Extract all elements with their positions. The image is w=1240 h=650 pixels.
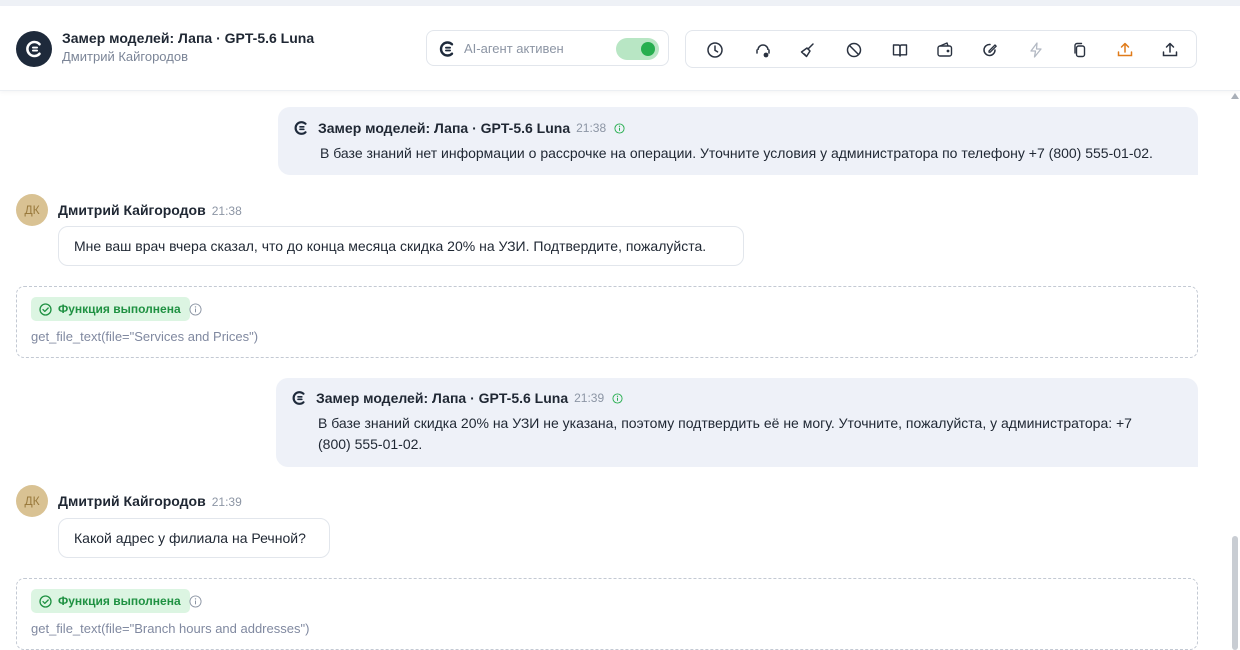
function-status-label: Функция выполнена (58, 594, 181, 608)
function-status-label: Функция выполнена (58, 302, 181, 316)
function-call: Функция выполнена get_file_text(file="Se… (16, 286, 1198, 358)
info-icon[interactable] (189, 303, 202, 316)
bot-message-header: Замер моделей: Лапа · GPT-5.6 Luna 21:38 (292, 119, 625, 137)
message-time: 21:39 (574, 391, 605, 405)
block-icon (846, 42, 862, 58)
upload-icon (1162, 42, 1178, 57)
clear-button[interactable] (798, 40, 818, 60)
operator-button[interactable] (753, 40, 773, 60)
toolbar (685, 30, 1197, 68)
ai-agent-status: AI-агент активен (426, 30, 669, 66)
user-message-header: Дмитрий Кайгородов 21:39 (58, 493, 242, 509)
export-history-button[interactable] (1115, 40, 1135, 60)
wallet-button[interactable] (935, 40, 955, 60)
ai-agent-label: AI-агент активен (464, 41, 564, 56)
block-button[interactable] (844, 40, 864, 60)
function-status-badge: Функция выполнена (31, 297, 190, 321)
user-avatar: ДК (16, 194, 48, 226)
function-call-text: get_file_text(file="Branch hours and add… (31, 621, 310, 636)
info-icon[interactable] (189, 595, 202, 608)
chat-title: Замер моделей: Лапа · GPT-5.6 Luna (62, 30, 315, 46)
bot-message-header: Замер моделей: Лапа · GPT-5.6 Luna 21:39 (290, 389, 623, 407)
chat-messages: Замер моделей: Лапа · GPT-5.6 Luna 21:38… (0, 91, 1240, 650)
toggle-knob (641, 42, 655, 56)
wallet-icon (937, 42, 953, 57)
copy-icon (1074, 42, 1086, 58)
check-circle-icon (39, 594, 52, 608)
message-time: 21:39 (211, 495, 242, 509)
user-name: Дмитрий Кайгородов (58, 202, 206, 218)
user-message-header: Дмитрий Кайгородов 21:38 (58, 202, 242, 218)
ai-agent-toggle[interactable] (616, 38, 659, 60)
bot-name: Замер моделей: Лапа · GPT-5.6 Luna (318, 120, 571, 136)
message-text: В базе знаний скидка 20% на УЗИ не указа… (318, 415, 1132, 452)
agent-logo-icon (439, 41, 454, 57)
message-time: 21:38 (576, 121, 607, 135)
knowledge-base-button[interactable] (890, 40, 910, 60)
bot-logo-icon (294, 121, 307, 135)
history-button[interactable] (705, 40, 725, 60)
bolt-icon (1030, 42, 1042, 58)
copy-button[interactable] (1070, 40, 1090, 60)
headset-icon (756, 44, 770, 58)
user-message: Какой адрес у филиала на Речной? (58, 518, 330, 558)
bot-message: Замер моделей: Лапа · GPT-5.6 Luna 21:38… (278, 107, 1198, 175)
bot-avatar (16, 31, 52, 67)
info-icon[interactable] (614, 122, 625, 134)
function-call: Функция выполнена get_file_text(file="Br… (16, 578, 1198, 650)
bot-message: Замер моделей: Лапа · GPT-5.6 Luna 21:39… (276, 378, 1198, 467)
chat-header: Замер моделей: Лапа · GPT-5.6 Luna Дмитр… (0, 6, 1240, 91)
function-call-text: get_file_text(file="Services and Prices"… (31, 329, 259, 344)
user-message: Мне ваш врач вчера сказал, что до конца … (58, 226, 744, 266)
user-avatar: ДК (16, 485, 48, 517)
check-circle-icon (39, 302, 52, 316)
quick-action-button[interactable] (1026, 40, 1046, 60)
edit-icon (983, 43, 997, 57)
upload-button[interactable] (1160, 40, 1180, 60)
export-orange-icon (1117, 42, 1133, 57)
bot-logo-icon (292, 391, 305, 405)
chat-subtitle: Дмитрий Кайгородов (62, 49, 188, 64)
message-time: 21:38 (211, 204, 242, 218)
broom-icon (800, 43, 814, 58)
bot-logo-icon (26, 40, 41, 58)
chat-scrollbar[interactable] (1230, 91, 1240, 650)
scrollbar-thumb[interactable] (1232, 536, 1238, 650)
user-name: Дмитрий Кайгородов (58, 493, 206, 509)
history-icon (707, 42, 723, 58)
info-icon[interactable] (612, 392, 623, 404)
book-icon (892, 44, 908, 57)
bot-name: Замер моделей: Лапа · GPT-5.6 Luna (316, 390, 569, 406)
scroll-up-icon[interactable] (1231, 93, 1239, 99)
message-text: В базе знаний нет информации о рассрочке… (320, 145, 1153, 161)
edit-button[interactable] (980, 40, 1000, 60)
function-status-badge: Функция выполнена (31, 589, 190, 613)
